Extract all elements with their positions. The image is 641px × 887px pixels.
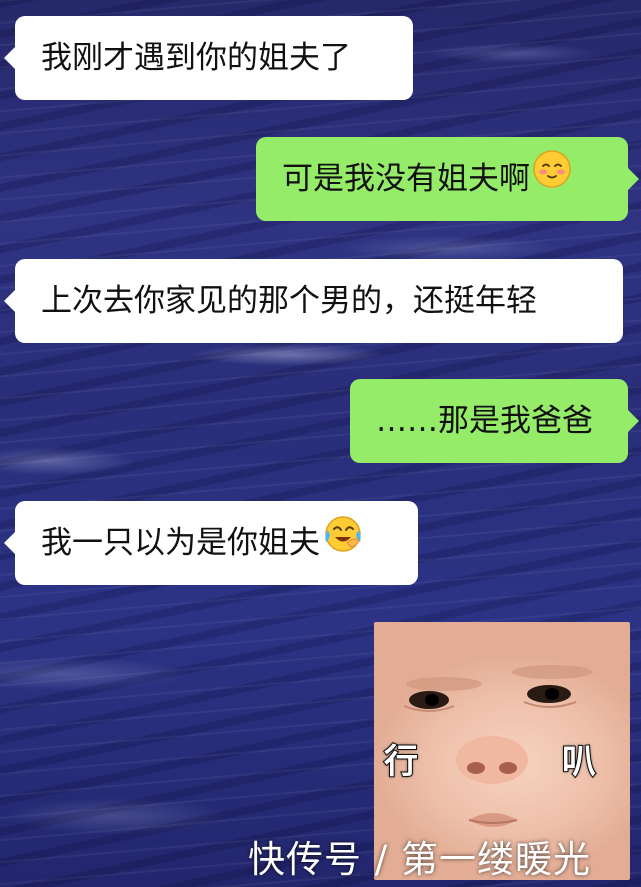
- crying-laughing-face-icon: [322, 501, 364, 585]
- message-bubble-outgoing[interactable]: ……那是我爸爸: [350, 379, 639, 463]
- sticker-caption-right: 叭: [561, 741, 597, 783]
- message-bubble-incoming[interactable]: 我一只以为是你姐夫: [4, 501, 418, 585]
- message-bubble-incoming[interactable]: 我刚才遇到你的姐夫了: [4, 16, 413, 100]
- message-text: 可是我没有姐夫啊: [282, 161, 530, 197]
- message-text: 我刚才遇到你的姐夫了: [41, 40, 351, 76]
- message-bubble-incoming[interactable]: 上次去你家见的那个男的，还挺年轻: [4, 259, 623, 343]
- sticker-caption-left: 行: [383, 741, 419, 783]
- message-text: 上次去你家见的那个男的，还挺年轻: [41, 283, 537, 319]
- message-bubble-outgoing[interactable]: 可是我没有姐夫啊: [256, 137, 639, 221]
- source-watermark: 快传号 / 第一缕暖光: [248, 838, 591, 881]
- blushing-face-icon: [532, 137, 572, 221]
- message-text: 我一只以为是你姐夫: [41, 525, 320, 561]
- message-text: ……那是我爸爸: [376, 403, 593, 439]
